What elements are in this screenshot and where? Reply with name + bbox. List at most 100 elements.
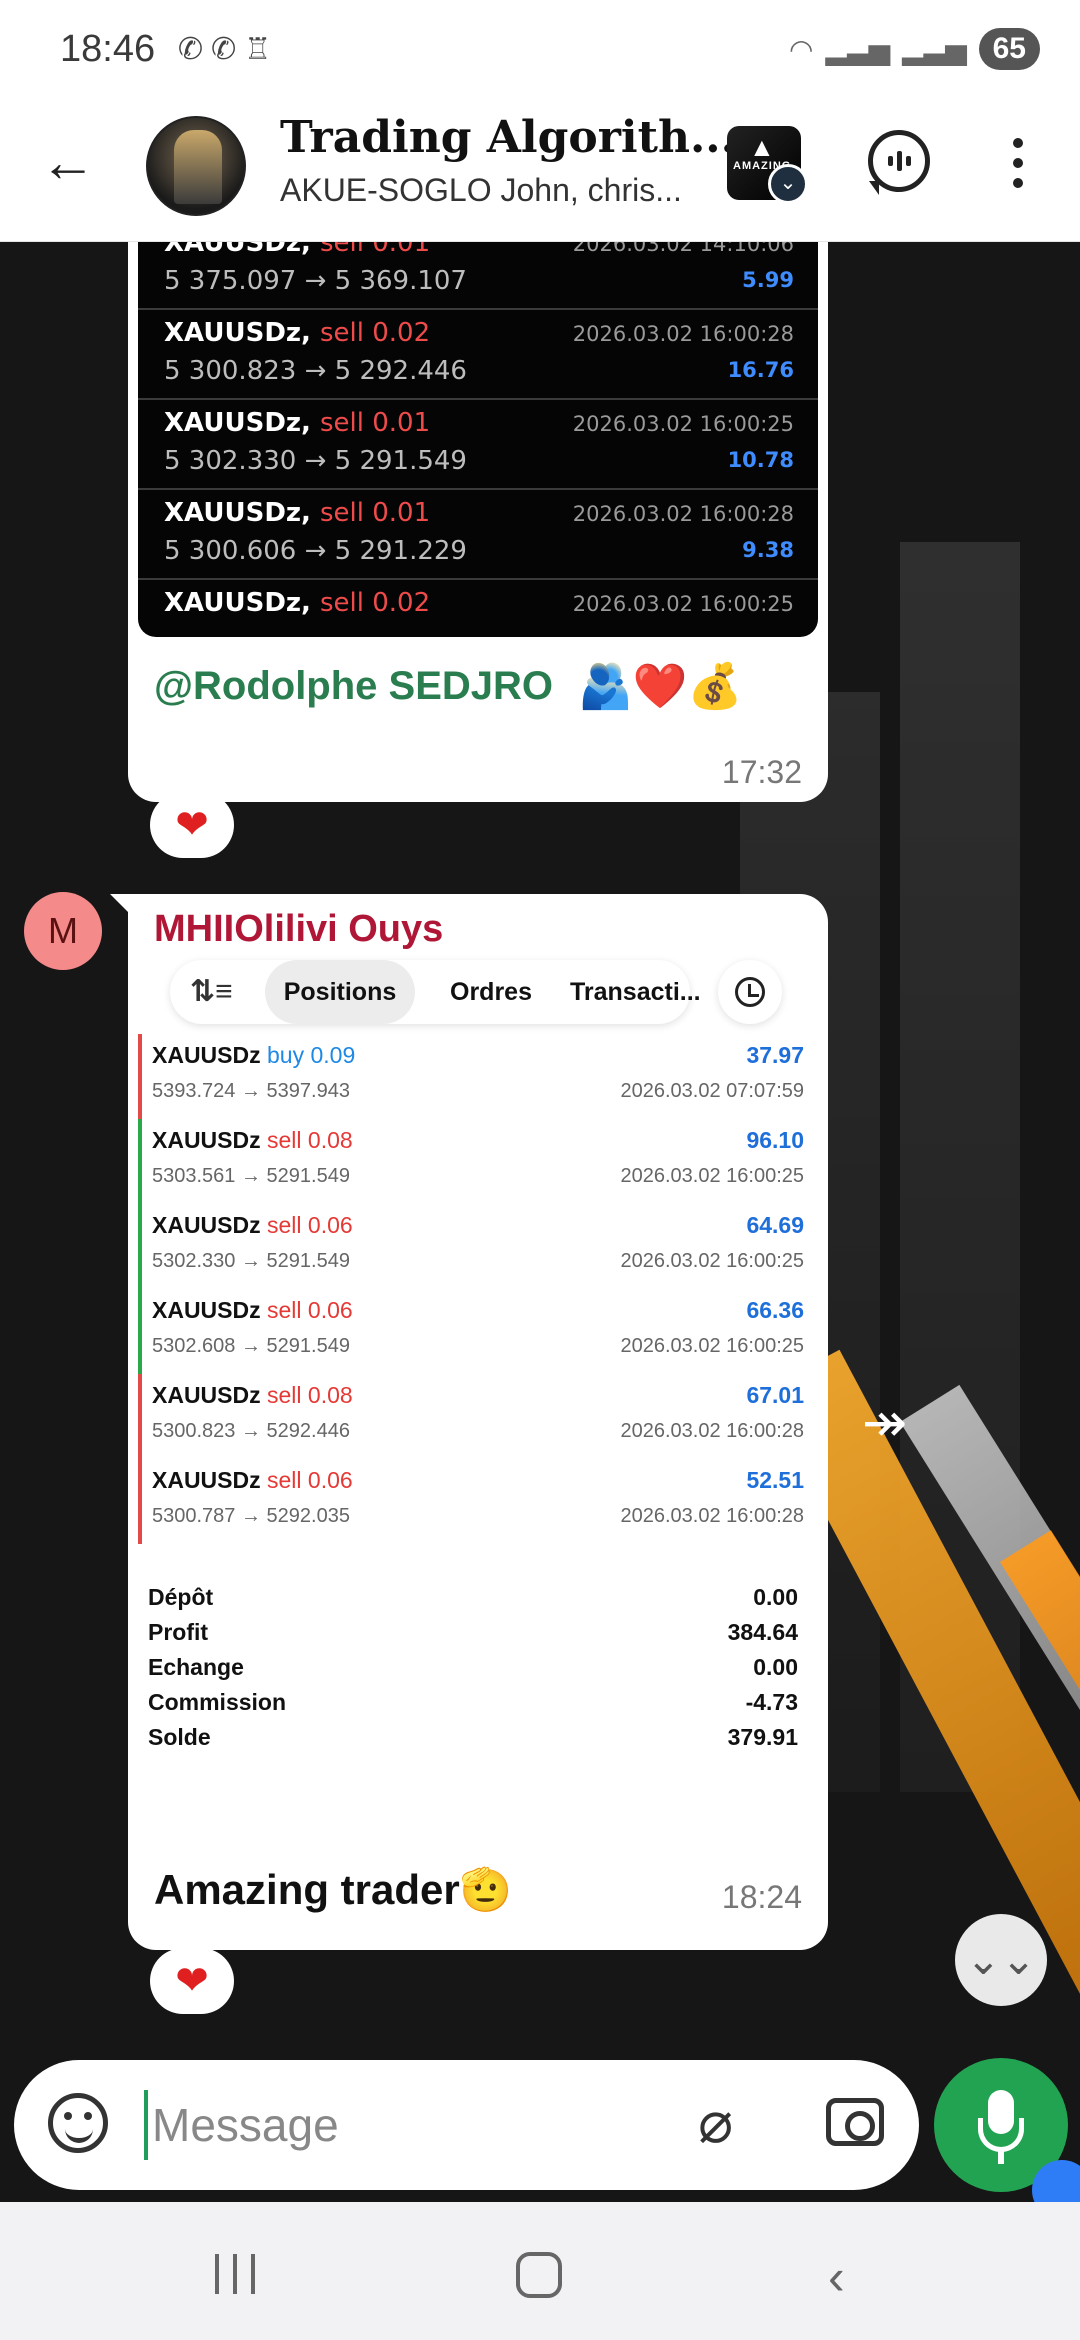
position-side-bar (138, 1374, 142, 1459)
history-clock-icon (718, 960, 782, 1024)
status-system-icons: ◠ ▂▃▅ ▂▃▅ 65 (789, 28, 1040, 70)
position-date: 2026.03.02 16:00:25 (620, 1250, 804, 1272)
chat-area[interactable]: XAUUSDz, sell 0.01 5 375.097 → 5 369.107… (0, 242, 1080, 2202)
group-avatar[interactable] (146, 116, 246, 216)
chat-members[interactable]: AKUE-SOGLO John, chris... (280, 172, 682, 209)
caption-emojis: 🫂❤️💰 (578, 662, 743, 711)
trade-row: XAUUSDz, sell 0.02 5 300.823 → 5 292.446… (138, 312, 818, 400)
summary-value: 384.64 (727, 1619, 798, 1645)
position-symbol: XAUUSDz sell 0.06 (152, 1297, 353, 1323)
more-vert-icon[interactable] (1000, 138, 1036, 188)
summary-row: Commission -4.73 (148, 1689, 798, 1724)
summary-row: Dépôt 0.00 (148, 1584, 798, 1619)
home-icon[interactable] (516, 2252, 562, 2298)
position-row: XAUUSDz sell 0.06 5302.330 → 5291.549 64… (138, 1204, 818, 1289)
message-input[interactable] (144, 2090, 664, 2160)
chat-header: ← Trading Algorith... AKUE-SOGLO John, c… (0, 100, 1080, 242)
position-row: XAUUSDz sell 0.08 5303.561 → 5291.549 96… (138, 1119, 818, 1204)
position-side-bar (138, 1459, 142, 1544)
position-symbol: XAUUSDz sell 0.08 (152, 1382, 353, 1408)
scroll-down-icon[interactable]: ⌄⌄ (955, 1914, 1047, 2006)
position-row: XAUUSDz sell 0.06 5300.787 → 5292.035 52… (138, 1459, 818, 1544)
signal-icon: ▂▃▅ (825, 33, 891, 65)
summary-label: Solde (148, 1724, 211, 1750)
position-date: 2026.03.02 07:07:59 (620, 1080, 804, 1102)
position-prices: 5300.823 → 5292.446 (152, 1420, 350, 1442)
flashlight-icon: ♖ (244, 33, 272, 66)
whatsapp-icon: ✆ (211, 33, 237, 66)
trade-symbol: XAUUSDz, sell 0.01 (164, 498, 431, 528)
trade-date: 2026.03.02 16:00:25 (572, 412, 794, 436)
sort-icon: ⇅≡ (190, 975, 233, 1008)
status-notification-icons: ✆ ✆ ♖ (178, 32, 271, 67)
message-bubble[interactable]: XAUUSDz, sell 0.01 5 375.097 → 5 369.107… (128, 242, 828, 802)
trade-symbol: XAUUSDz, sell 0.01 (164, 408, 431, 438)
trade-row: XAUUSDz, sell 0.02 2026.03.02 16:00:25 (138, 582, 818, 637)
trade-prices: 5 375.097 → 5 369.107 (164, 266, 467, 296)
status-bar: 18:46 ✆ ✆ ♖ ◠ ▂▃▅ ▂▃▅ 65 (0, 0, 1080, 100)
position-side-bar (138, 1034, 142, 1119)
voice-chat-icon[interactable] (868, 130, 930, 195)
sender-name[interactable]: MHIIOlilivi Ouys (154, 908, 443, 951)
heart-reaction[interactable]: ❤ (150, 1948, 234, 2014)
chat-title[interactable]: Trading Algorith... (280, 112, 736, 163)
position-row: XAUUSDz sell 0.08 5300.823 → 5292.446 67… (138, 1374, 818, 1459)
camera-icon[interactable] (826, 2098, 884, 2146)
tab-ordres: Ordres (450, 978, 532, 1006)
position-prices: 5302.330 → 5291.549 (152, 1250, 350, 1272)
summary-value: 0.00 (753, 1584, 798, 1610)
position-prices: 5393.724 → 5397.943 (152, 1080, 350, 1102)
position-date: 2026.03.02 16:00:28 (620, 1505, 804, 1527)
trade-date: 2026.03.02 16:00:28 (572, 322, 794, 346)
forward-icon[interactable]: ↠ (862, 1396, 932, 1450)
salute-emoji: 🫡 (459, 1866, 513, 1913)
trade-screenshot-image[interactable]: XAUUSDz, sell 0.01 5 375.097 → 5 369.107… (138, 242, 818, 637)
position-date: 2026.03.02 16:00:25 (620, 1165, 804, 1187)
trade-pnl: 9.38 (742, 538, 794, 562)
position-pnl: 52.51 (746, 1467, 804, 1493)
chevron-down-icon[interactable]: ⌄ (768, 164, 808, 204)
position-pnl: 66.36 (746, 1297, 804, 1323)
position-side-bar (138, 1204, 142, 1289)
message-bubble[interactable]: MHIIOlilivi Ouys ⇅≡ Positions Ordres Tra… (110, 894, 828, 1950)
heart-reaction[interactable]: ❤ (150, 792, 234, 858)
sender-avatar[interactable]: M (24, 892, 102, 970)
mention-link[interactable]: @Rodolphe SEDJRO (154, 664, 553, 709)
back-arrow-icon[interactable]: ← (36, 130, 100, 194)
summary-label: Profit (148, 1619, 209, 1645)
trade-date: 2026.03.02 16:00:25 (572, 592, 794, 616)
summary-row: Echange 0.00 (148, 1654, 798, 1689)
position-side-bar (138, 1119, 142, 1204)
position-prices: 5303.561 → 5291.549 (152, 1165, 350, 1187)
tab-transactions: Transacti... (570, 978, 701, 1006)
trade-prices: 5 302.330 → 5 291.549 (164, 446, 467, 476)
signal-icon: ▂▃▅ (902, 33, 967, 65)
nav-back-icon[interactable]: ‹ (828, 2248, 845, 2306)
trade-pnl: 5.99 (742, 268, 794, 292)
position-row: XAUUSDz sell 0.06 5302.608 → 5291.549 66… (138, 1289, 818, 1374)
position-row: XAUUSDz buy 0.09 5393.724 → 5397.943 37.… (138, 1034, 818, 1119)
trade-date: 2026.03.02 16:00:28 (572, 502, 794, 526)
wifi-icon: ◠ (788, 33, 814, 65)
summary-value: -4.73 (745, 1689, 798, 1715)
battery-level: 65 (992, 32, 1026, 65)
sticker-icon[interactable] (48, 2093, 108, 2153)
whatsapp-icon: ✆ (178, 33, 204, 66)
trade-symbol: XAUUSDz, sell 0.02 (164, 588, 431, 618)
position-date: 2026.03.02 16:00:28 (620, 1420, 804, 1442)
attach-icon[interactable]: ⌀ (698, 2088, 733, 2156)
account-summary: Dépôt 0.00 Profit 384.64 Echange 0.00 Commi… (148, 1584, 798, 1759)
position-symbol: XAUUSDz sell 0.06 (152, 1467, 353, 1493)
trade-pnl: 16.76 (727, 358, 794, 382)
trade-symbol: XAUUSDz, sell 0.01 (164, 242, 431, 258)
summary-value: 379.91 (727, 1724, 798, 1750)
position-pnl: 67.01 (746, 1382, 804, 1408)
trade-prices: 5 300.606 → 5 291.229 (164, 536, 467, 566)
message-time: 18:24 (721, 1879, 802, 1915)
message-caption: Amazing trader🫡 (154, 1866, 513, 1913)
trade-row: XAUUSDz, sell 0.01 5 375.097 → 5 369.107… (138, 242, 818, 310)
recents-icon[interactable] (215, 2254, 255, 2294)
position-pnl: 96.10 (746, 1127, 804, 1153)
positions-tabbar: ⇅≡ Positions Ordres Transacti... (170, 960, 701, 1024)
position-symbol: XAUUSDz buy 0.09 (152, 1042, 356, 1068)
